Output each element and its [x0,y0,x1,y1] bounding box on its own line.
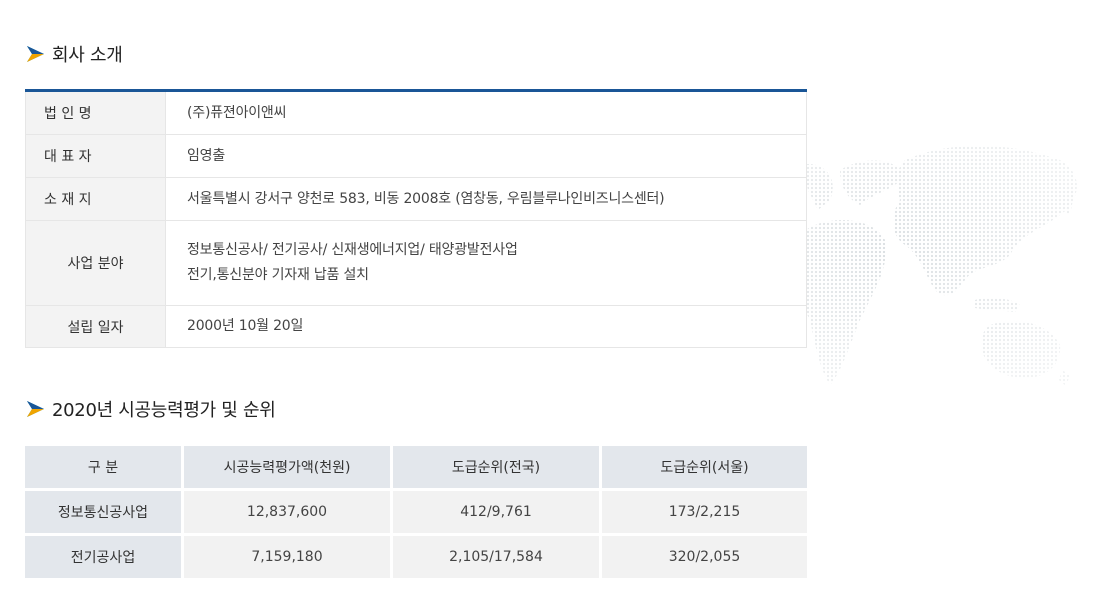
table-cell: 전기공사업 [25,536,181,578]
info-value-line: 2000년 10월 20일 [187,318,304,334]
column-header: 도급순위(서울) [602,446,807,488]
info-value: 정보통신공사/ 전기공사/ 신재생에너지업/ 태양광발전사업 전기,통신분야 기… [166,221,807,305]
section-header-ranking: 2020년 시공능력평가 및 순위 [25,396,276,422]
info-value: 임영출 [166,135,807,177]
table-row: 설립 일자 2000년 10월 20일 [25,306,807,348]
info-value: 2000년 10월 20일 [166,306,807,347]
section-header-company: 회사 소개 [25,41,123,67]
table-cell: 320/2,055 [602,536,807,578]
info-value-line: (주)퓨젼아이앤씨 [187,104,287,121]
section-title-ranking: 2020년 시공능력평가 및 순위 [52,400,276,421]
table-cell: 7,159,180 [184,536,390,578]
table-header-row: 구 분 시공능력평가액(천원) 도급순위(전국) 도급순위(서울) [25,446,807,488]
arrow-icon [27,46,44,62]
table-row: 전기공사업 7,159,180 2,105/17,584 320/2,055 [25,536,807,578]
column-header: 구 분 [25,446,181,488]
table-row: 정보통신공사업 12,837,600 412/9,761 173/2,215 [25,491,807,533]
table-cell: 12,837,600 [184,491,390,533]
info-value-line: 정보통신공사/ 전기공사/ 신재생에너지업/ 태양광발전사업 [187,242,518,258]
column-header: 도급순위(전국) [393,446,599,488]
info-label: 대 표 자 [25,135,166,177]
table-row: 법 인 명 (주)퓨젼아이앤씨 [25,92,807,135]
column-header: 시공능력평가액(천원) [184,446,390,488]
table-cell: 412/9,761 [393,491,599,533]
info-label: 소 재 지 [25,178,166,220]
info-value-line: 전기,통신분야 기자재 납품 설치 [187,267,369,283]
table-cell: 173/2,215 [602,491,807,533]
table-cell: 정보통신공사업 [25,491,181,533]
info-label: 사업 분야 [25,221,166,305]
info-value: (주)퓨젼아이앤씨 [166,92,807,134]
table-row: 소 재 지 서울특별시 강서구 양천로 583, 비동 2008호 (염창동, … [25,178,807,221]
info-value: 서울특별시 강서구 양천로 583, 비동 2008호 (염창동, 우림블루나인… [166,178,807,220]
info-label: 법 인 명 [25,92,166,134]
info-value-line: 서울특별시 강서구 양천로 583, 비동 2008호 (염창동, 우림블루나인… [187,190,665,207]
table-row: 사업 분야 정보통신공사/ 전기공사/ 신재생에너지업/ 태양광발전사업 전기,… [25,221,807,306]
info-value-line: 임영출 [187,147,226,164]
company-info-table: 법 인 명 (주)퓨젼아이앤씨 대 표 자 임영출 소 재 지 서울특별시 강서… [25,89,807,348]
table-row: 대 표 자 임영출 [25,135,807,178]
table-cell: 2,105/17,584 [393,536,599,578]
section-title-company: 회사 소개 [52,45,123,66]
ranking-table: 구 분 시공능력평가액(천원) 도급순위(전국) 도급순위(서울) 정보통신공사… [25,446,807,578]
arrow-icon [27,401,44,417]
info-label: 설립 일자 [25,306,166,347]
